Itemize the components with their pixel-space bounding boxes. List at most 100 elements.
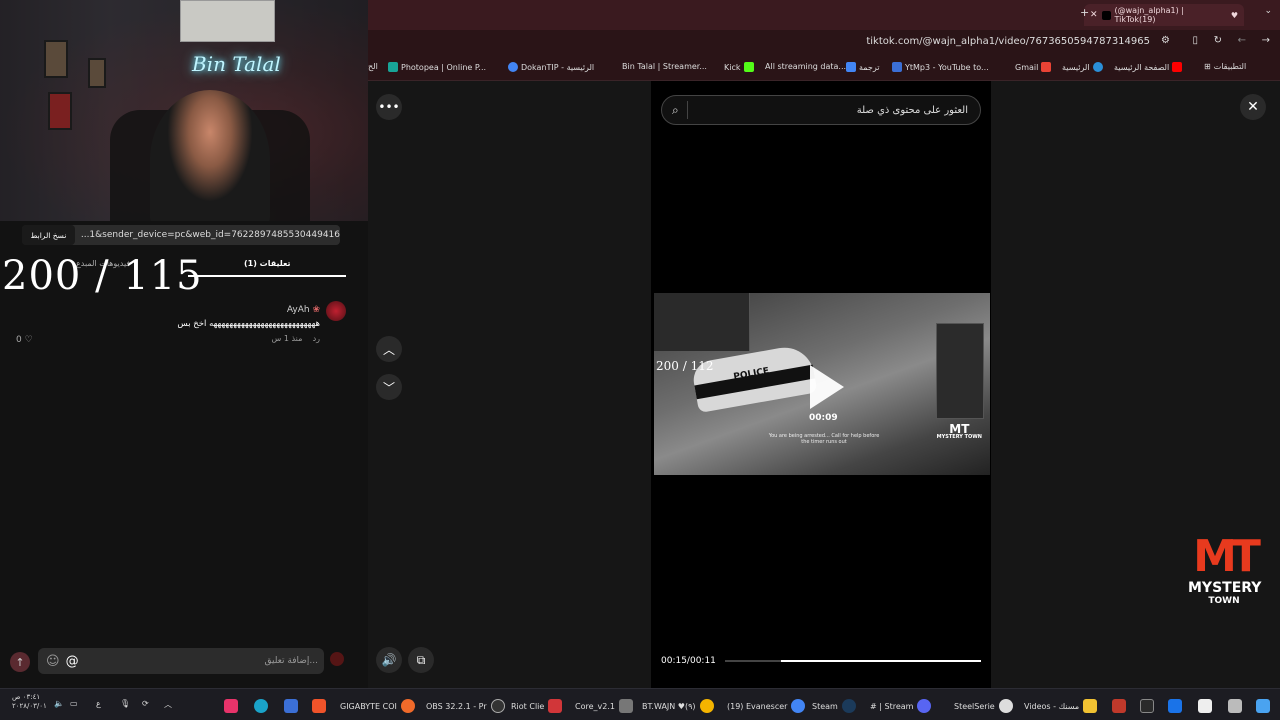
webcam-overlay: Bin Talal: [0, 0, 368, 221]
bookmark-gmail[interactable]: Gmail: [1015, 62, 1052, 72]
progress-fill: [781, 660, 981, 662]
comments-panel: نسخ الرابط ...1&sender_device=pc&web_id=…: [0, 221, 368, 688]
heart-icon: ♥: [1230, 10, 1238, 20]
sync-icon[interactable]: ⟳: [142, 699, 149, 708]
close-icon[interactable]: ✕: [1090, 10, 1098, 20]
bookmark-dokantip[interactable]: DokanTIP - الرئيسية: [508, 62, 594, 72]
overlay-counter: 200 / 115: [2, 253, 203, 299]
mystery-town-logo: MT MYSTERY TOWN: [1188, 531, 1262, 607]
more-options-button[interactable]: •••: [376, 94, 402, 120]
taskbar-item-gigabyte[interactable]: GIGABYTE COI: [340, 699, 415, 713]
bookmark-cut[interactable]: الح: [368, 62, 378, 71]
time-display: 00:15/00:11: [661, 656, 716, 666]
streamer: [150, 90, 270, 221]
store-taskbar-icon[interactable]: [1198, 699, 1212, 713]
tray-chevron-icon[interactable]: ︿: [164, 699, 172, 710]
url-field[interactable]: tiktok.com/@wajn_alpha1/video/7673650594…: [866, 36, 1150, 47]
commenter-avatar[interactable]: [326, 301, 346, 321]
clock[interactable]: ٠٣:٤١ ص ٢٠٢٨/٠٣/٠١: [12, 693, 47, 710]
back-arrow-icon[interactable]: ←: [1238, 35, 1246, 46]
reload-icon[interactable]: ↻: [1214, 35, 1222, 46]
bookmark-ytmp3[interactable]: YtMp3 - YouTube to...: [892, 62, 989, 72]
brave-taskbar-icon[interactable]: [312, 699, 326, 713]
split-view-icon[interactable]: ▯: [1192, 35, 1198, 46]
epic-taskbar-icon[interactable]: [1140, 699, 1154, 713]
comment-input[interactable]: ☺ @ إضافة تعليق...: [38, 648, 324, 674]
translate-icon: [846, 62, 856, 72]
user-avatar: [330, 652, 344, 666]
photopea-icon: [388, 62, 398, 72]
taskbar-item-steam[interactable]: Steam: [812, 699, 856, 713]
youtube-icon: [1172, 62, 1183, 72]
windows-start-icon[interactable]: [1256, 699, 1270, 713]
bookmark-streaming[interactable]: All streaming data...: [765, 62, 846, 71]
bookmark-home[interactable]: الرئيسية: [1062, 62, 1103, 72]
mail-taskbar-icon[interactable]: [1168, 699, 1182, 713]
bookmark-photopea[interactable]: Photopea | Online P...: [388, 62, 486, 72]
network-icon[interactable]: ▭: [70, 699, 78, 708]
edge-icon: [1092, 62, 1103, 72]
commenter-name[interactable]: AyAh ❀: [287, 305, 320, 315]
taskbar-item-riot[interactable]: Riot Clie: [511, 699, 563, 713]
emoji-icon[interactable]: ☺: [46, 654, 60, 669]
bookmark-youtube-home[interactable]: الصفحة الرئيسية: [1114, 62, 1183, 72]
edge-taskbar-icon[interactable]: [254, 699, 268, 713]
taskbar-item-core[interactable]: Core_v2.1: [575, 699, 633, 713]
tab-title: (@wajn_alpha1) | TikTok(19): [1114, 6, 1184, 24]
video-counter: 200 / 112: [656, 359, 714, 373]
progress-bar[interactable]: [725, 660, 981, 662]
neon-sign: Bin Talal: [192, 52, 281, 76]
wall-picture: [44, 40, 68, 78]
taskbar-item-videos[interactable]: Videos - مسنك: [1024, 699, 1098, 713]
volume-button[interactable]: 🔊: [376, 647, 402, 673]
taskbar-item-stream[interactable]: # | Stream: [870, 699, 932, 713]
related-search-bar[interactable]: ⌕ العثور على محتوى ذي صلة: [661, 95, 981, 125]
new-tab-button[interactable]: +: [1080, 6, 1089, 19]
app-red-taskbar-icon[interactable]: [1112, 699, 1126, 713]
active-tab[interactable]: ✕ (@wajn_alpha1) | TikTok(19) ♥: [1084, 4, 1244, 26]
app-taskbar-icon[interactable]: [284, 699, 298, 713]
next-video-button[interactable]: ﹀: [376, 374, 402, 400]
taskbar-item-steelseries[interactable]: SteelSerie: [954, 699, 1013, 713]
apps-grid-icon: ⊞: [1204, 62, 1211, 71]
bookmark-translate[interactable]: ترجمة: [846, 62, 880, 72]
copy-link-button[interactable]: نسخ الرابط: [22, 225, 75, 245]
tiktok-taskbar-icon[interactable]: [224, 699, 238, 713]
microphone-icon[interactable]: 🎙: [120, 699, 130, 708]
reply-button[interactable]: رد: [313, 334, 320, 343]
share-link-text: ...1&sender_device=pc&web_id=76228974855…: [80, 230, 340, 240]
video-ui-panel: [936, 323, 984, 419]
previous-video-button[interactable]: ︿: [376, 336, 402, 362]
taskview-taskbar-icon[interactable]: [1228, 699, 1242, 713]
taskbar-item-chrome-wajn[interactable]: BT.WAJN ♥(٩): [642, 699, 714, 713]
bookmark-apps[interactable]: ⊞ التطبيقات: [1204, 62, 1246, 71]
search-icon: ⌕: [672, 102, 679, 117]
pip-button[interactable]: ⧉: [408, 647, 434, 673]
send-button[interactable]: ↑: [10, 652, 30, 672]
tab-search-chevron-icon[interactable]: ⌄: [1264, 6, 1272, 16]
mention-icon[interactable]: @: [66, 654, 79, 669]
police-car: POLICE: [690, 342, 818, 414]
bookmark-bintalal[interactable]: Bin Talal | Streamer...: [622, 62, 707, 71]
ytmp3-icon: [892, 62, 902, 72]
language-indicator[interactable]: ع: [96, 699, 101, 708]
tab-comments[interactable]: (1) تعليقات: [244, 259, 291, 268]
taskbar-item-evanescence[interactable]: (19) Evanescer: [727, 699, 806, 713]
close-viewer-button[interactable]: ✕: [1240, 94, 1266, 120]
share-link-box[interactable]: نسخ الرابط ...1&sender_device=pc&web_id=…: [22, 225, 340, 245]
flower-icon: ❀: [312, 305, 320, 315]
comment-placeholder: إضافة تعليق...: [264, 656, 318, 666]
volume-icon[interactable]: 🔈: [54, 699, 64, 708]
site-settings-icon[interactable]: ⚙: [1161, 35, 1170, 46]
tiktok-favicon-icon: [1101, 10, 1111, 20]
air-conditioner: [180, 0, 275, 42]
heart-outline-icon: ♡: [24, 335, 33, 345]
taskbar-item-obs[interactable]: OBS 32.2.1 - Pr: [426, 699, 505, 713]
forward-arrow-icon[interactable]: →: [1262, 35, 1270, 46]
tab-underline: [188, 275, 346, 277]
like-button[interactable]: 0 ♡: [16, 335, 33, 345]
play-icon[interactable]: [810, 365, 844, 409]
kick-icon: [743, 62, 754, 72]
bookmark-kick[interactable]: Kick: [724, 62, 754, 72]
video-frame[interactable]: POLICE 200 / 112 00:09 You are being arr…: [654, 293, 990, 475]
